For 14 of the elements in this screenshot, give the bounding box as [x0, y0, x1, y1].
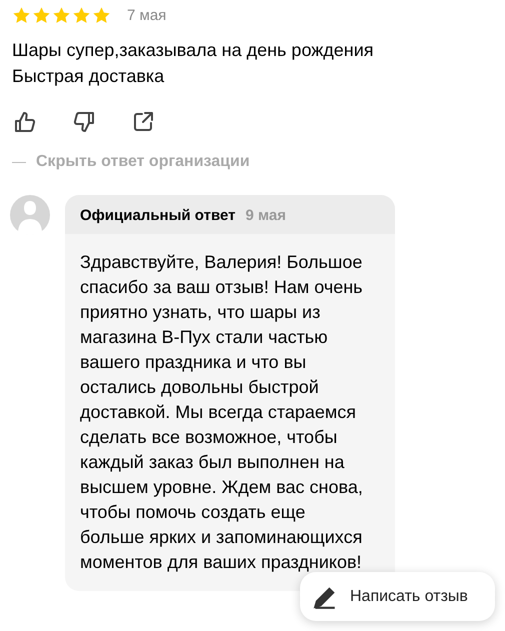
avatar-icon: [10, 195, 50, 235]
star-icon: [92, 6, 111, 25]
star-icon: [72, 6, 91, 25]
star-icon: [52, 6, 71, 25]
review-date: 7 мая: [127, 7, 166, 24]
star-icon: [32, 6, 51, 25]
dislike-button[interactable]: [71, 109, 97, 135]
reply-date: 9 мая: [245, 207, 286, 224]
write-review-button[interactable]: Написать отзыв: [300, 572, 495, 621]
like-button[interactable]: [12, 109, 38, 135]
review-text: Шары супер,заказывала на день рождения Быстрая доставка: [12, 39, 375, 88]
reply-title: Официальный ответ: [80, 207, 236, 224]
reply-text: Здравствуйте, Валерия! Большое спасибо за ваш отзыв! Нам очень приятно узнать, что шары из магазина В-Пух стали частью вашего праздника и что вы остались довольны быстрой доставкой. Мы всегда стараемся сделать все возможное, чтобы каждый заказ был выполнен на высшем уровне. Ждем вас снова, чтобы помочь создать еще больше ярких и запоминающихся моментов для ваших праздников!: [79, 251, 364, 574]
star-icon: [12, 6, 31, 25]
